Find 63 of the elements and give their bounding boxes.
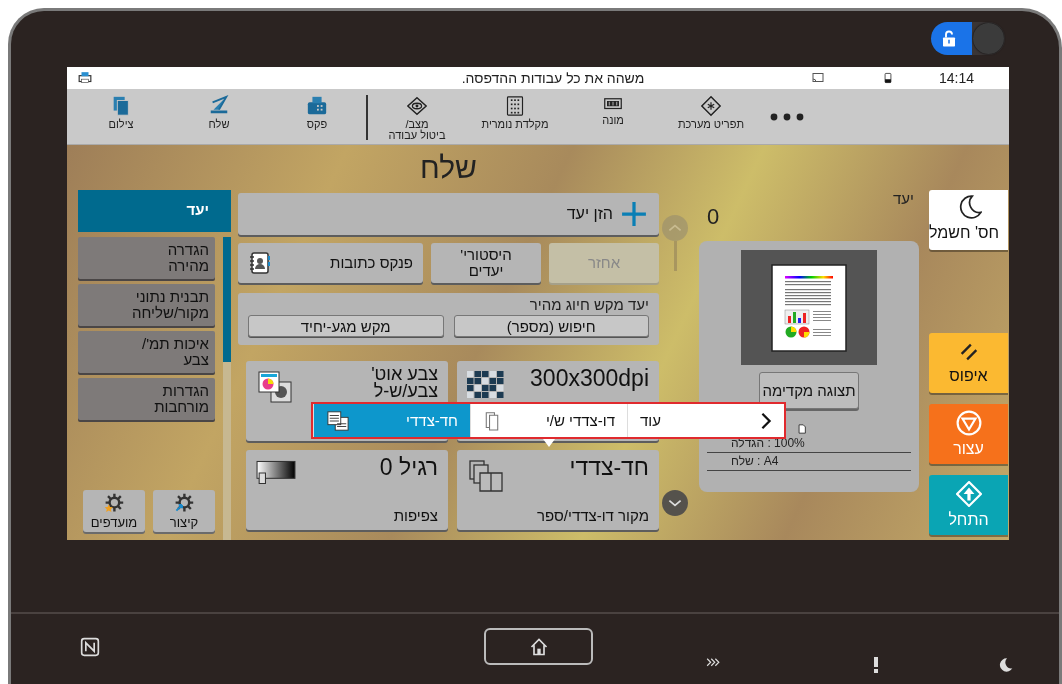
sidebar-tab[interactable]: הגדרה מהירה [78, 237, 215, 279]
status-message: משהה את כל עבודות ההדפסה. [460, 70, 646, 86]
favorites-button[interactable]: מועדפים [83, 490, 145, 532]
gear-icon [104, 492, 124, 513]
moon-icon [997, 657, 1013, 673]
address-book-icon [248, 250, 272, 276]
alert-icon [873, 657, 879, 673]
setting-tile[interactable]: חד-צדדי מקור דו-צדדי/ספר [457, 450, 659, 530]
chevron-right-icon [760, 411, 772, 430]
sidebar-tab[interactable]: הגדרות מורחבות [78, 378, 215, 420]
sidebar-tab[interactable]: איכות תמ'/ צבע [78, 331, 215, 373]
nfc-icon [80, 637, 100, 657]
duplex-page-icon [483, 409, 501, 432]
toolbar-button[interactable]: מונה [564, 89, 662, 144]
preview-button[interactable]: תצוגה מקדימה [759, 372, 859, 409]
enter-destination-button[interactable]: הזן יעד [238, 193, 659, 235]
destination-count: 0 [707, 204, 720, 231]
setting-tile[interactable]: רגיל 0 צפיפות [246, 450, 448, 530]
setting-summary: A4 : שלח [707, 453, 911, 471]
fax-icon [305, 95, 329, 117]
printer-icon [77, 71, 93, 85]
toolbar-button[interactable]: צילום [72, 89, 170, 144]
start-icon [955, 481, 982, 507]
chevron-down-icon [668, 498, 682, 508]
destination-button[interactable]: פנקס כתובות [238, 243, 423, 283]
eye-icon [404, 95, 430, 117]
lock-toggle[interactable] [931, 22, 1005, 55]
quick-dial-title: יעד מקש חיוג מהיר [528, 296, 649, 313]
home-button[interactable] [484, 628, 593, 665]
plus-icon [621, 201, 647, 227]
density-icon [256, 459, 296, 485]
quick-dial-button[interactable]: מקש מגע-יחיד [248, 315, 444, 337]
destination-button[interactable]: היסטורי' יעדים [431, 243, 541, 283]
chevron-up-icon [668, 223, 682, 233]
lock-icon [940, 28, 958, 49]
toolbar-button[interactable]: פקס [268, 89, 366, 144]
destination-label: יעד [893, 190, 914, 209]
diamond-icon [698, 95, 724, 117]
phone-icon [883, 71, 893, 85]
page-title: שלח [419, 150, 478, 186]
scrollbar[interactable] [223, 237, 231, 540]
dpi-icon [467, 370, 505, 400]
reset-button[interactable]: איפוס [929, 333, 1008, 393]
keypad-icon [505, 95, 525, 117]
quick-dial-button[interactable]: חיפוש (מספר) [453, 315, 649, 337]
energy-button[interactable]: חס' חשמל [929, 190, 1008, 250]
shortcut-button[interactable]: קיצור [153, 490, 215, 532]
toolbar-button[interactable]: מקלדת נומרית [466, 89, 564, 144]
sidebar-tab[interactable]: יעד [78, 190, 231, 232]
toolbar-button[interactable]: תפריט מערכת [662, 89, 760, 144]
sidebar-tab[interactable]: תבנית נתוני מקור/שליחה [78, 284, 215, 326]
toolbar-button[interactable]: מצב/ ביטול עבודה [368, 89, 466, 144]
gear-icon [174, 492, 194, 513]
stop-icon [955, 410, 982, 436]
scroll-down-button[interactable] [662, 490, 688, 516]
color-mode-icon [256, 370, 294, 404]
document-icon [797, 423, 807, 435]
duplex-icon [467, 459, 505, 493]
clock-time: 14:14 [938, 70, 974, 86]
more-icon [770, 112, 804, 121]
toolbar-button[interactable]: שלח [170, 89, 268, 144]
cast-icon [811, 72, 825, 84]
pages-icon [326, 409, 350, 432]
